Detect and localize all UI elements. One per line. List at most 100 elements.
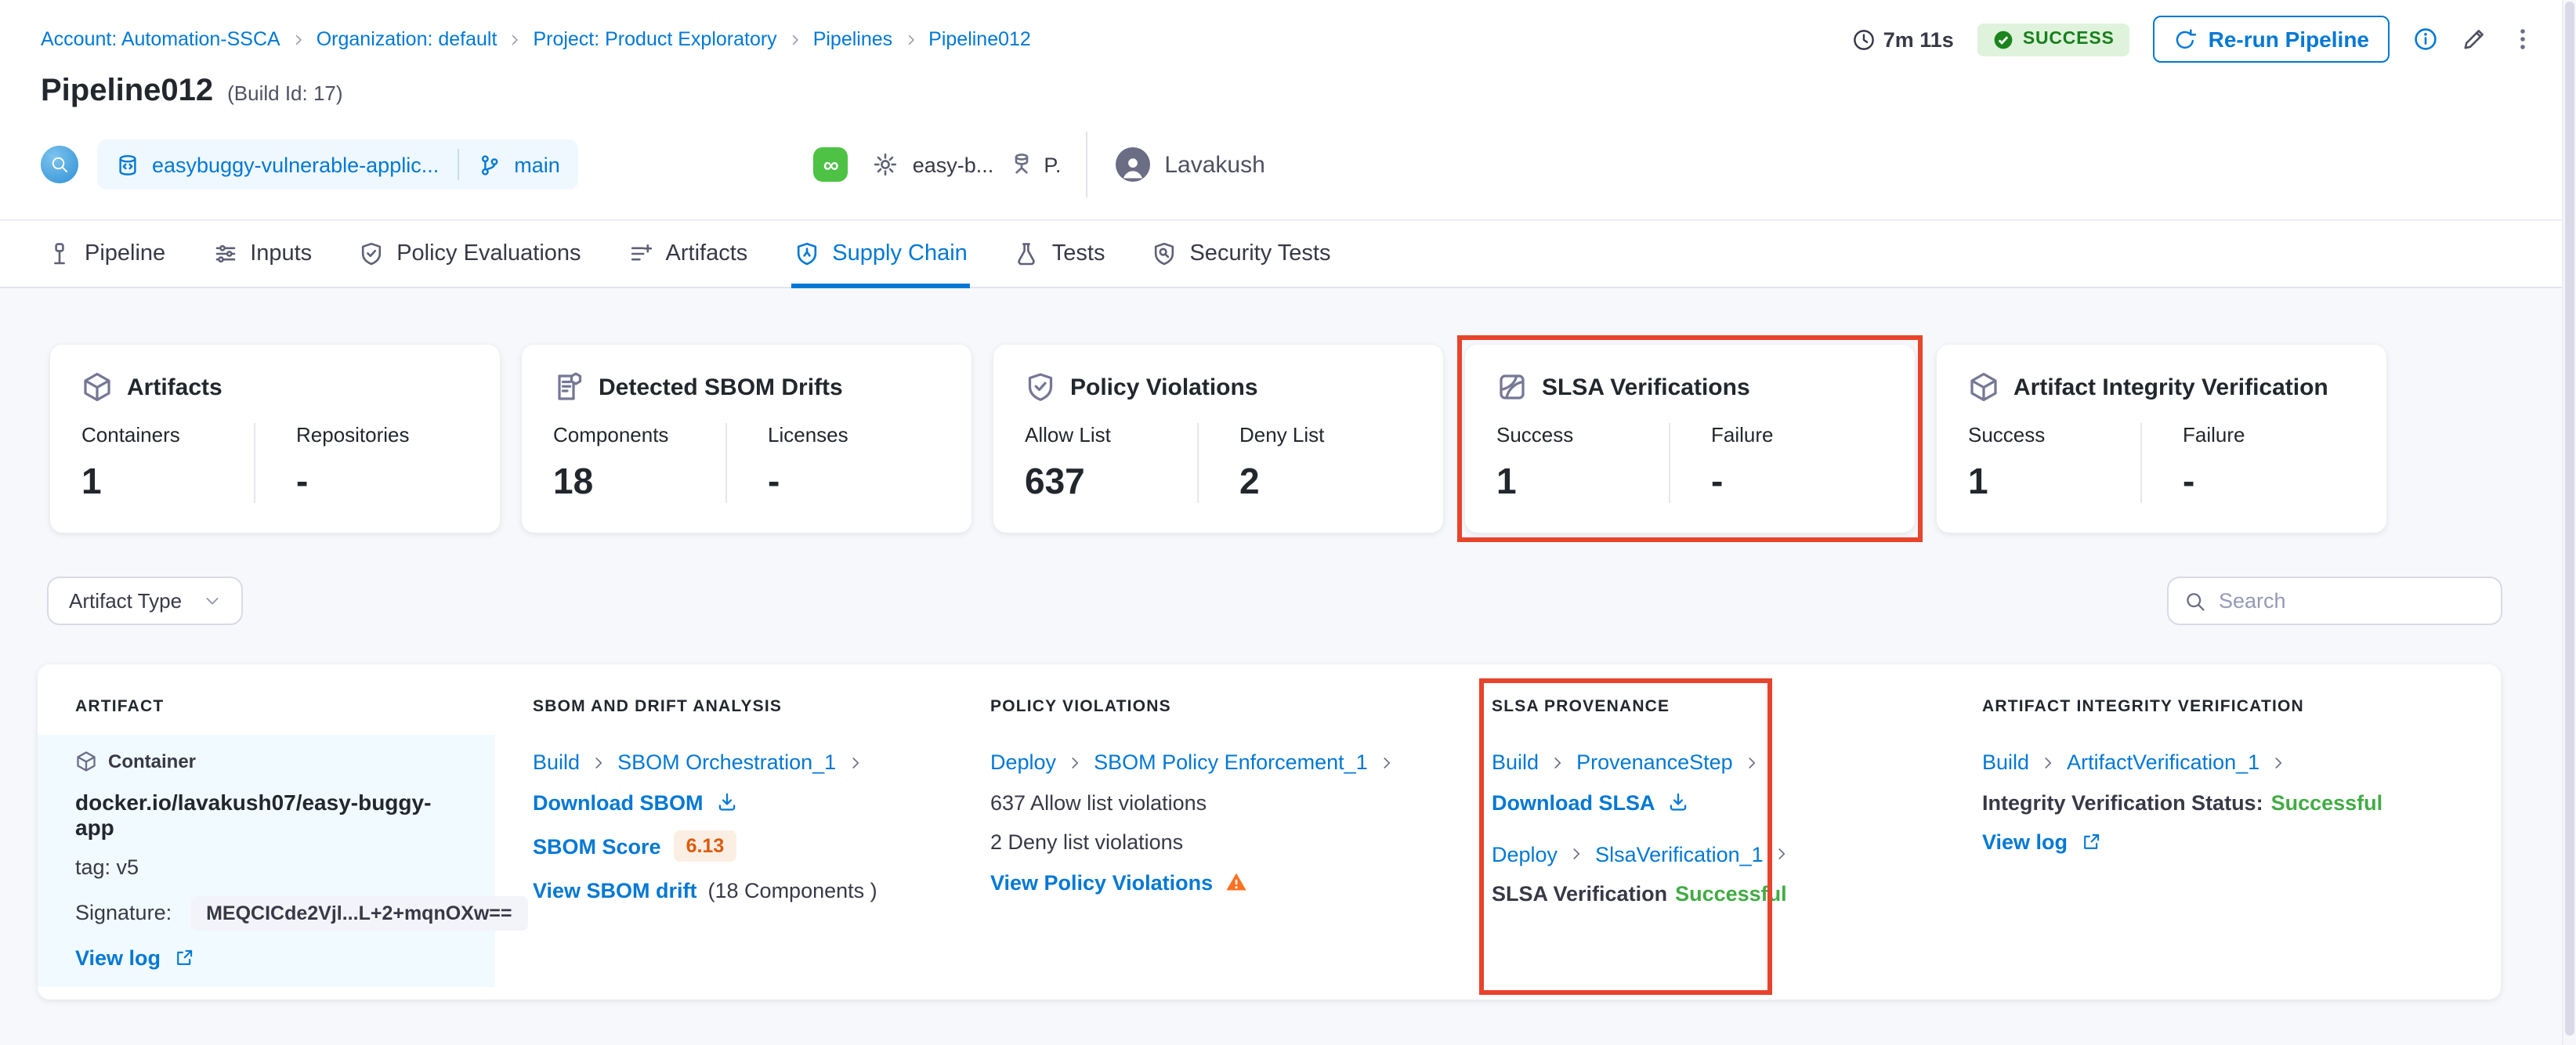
breadcrumb-organization[interactable]: Organization: default (317, 28, 497, 50)
sbom-score-link[interactable]: SBOM Score (533, 834, 661, 858)
tab-policy-evaluations[interactable]: Policy Evaluations (359, 221, 581, 287)
card-title: Policy Violations (1070, 374, 1258, 400)
rerun-pipeline-button[interactable]: Re-run Pipeline (2153, 16, 2390, 63)
shield-magnifier-icon (1152, 241, 1177, 266)
artifact-type-dropdown[interactable]: Artifact Type (47, 577, 244, 625)
step-link-sbom-orchestration[interactable]: SBOM Orchestration_1 (617, 750, 836, 774)
chevron-right-icon (591, 754, 606, 770)
view-log-link[interactable]: View log (75, 946, 161, 970)
card-policy-violations: Policy Violations Allow List 637 Deny Li… (993, 345, 1443, 533)
breadcrumb-project[interactable]: Project: Product Exploratory (533, 28, 776, 50)
stat-repositories: Repositories - (254, 423, 469, 503)
infrastructure-icon (1009, 152, 1034, 177)
shield-check-icon (359, 241, 384, 266)
step-link-artifact-verification[interactable]: ArtifactVerification_1 (2067, 750, 2259, 774)
stage-link-deploy[interactable]: Deploy (1492, 842, 1558, 866)
tab-supply-chain[interactable]: Supply Chain (791, 221, 971, 288)
avatar (1116, 147, 1151, 182)
step-link-slsa-verification[interactable]: SlsaVerification_1 (1595, 842, 1764, 866)
stat-components: Components 18 (553, 423, 669, 501)
stat-slsa-success: Success 1 (1496, 423, 1574, 501)
stat-integrity-success: Success 1 (1968, 423, 2046, 501)
scrollbar-thumb[interactable] (2565, 2, 2574, 1036)
supply-chain-page: Account: Automation-SSCA Organization: d… (0, 0, 2576, 1045)
stage-link-build[interactable]: Build (1982, 750, 2029, 774)
step-link-sbom-policy-enforcement[interactable]: SBOM Policy Enforcement_1 (1094, 750, 1368, 774)
page-header: Account: Automation-SSCA Organization: d… (0, 0, 2576, 288)
stage-link-build[interactable]: Build (533, 750, 580, 774)
chevron-right-icon (1775, 846, 1790, 862)
tab-artifacts[interactable]: Artifacts (628, 221, 747, 287)
check-circle-icon (1993, 29, 2013, 49)
cube-icon (1968, 371, 1999, 403)
shield-nodes-icon (794, 241, 819, 266)
chevron-right-icon (1379, 754, 1395, 770)
allow-list-violations: 637 Allow list violations (990, 790, 1207, 814)
page-title: Pipeline012 (41, 74, 214, 108)
build-id: (Build Id: 17) (227, 81, 343, 105)
deny-list-violations: 2 Deny list violations (990, 830, 1184, 854)
search-input[interactable] (2219, 589, 2485, 613)
execution-duration: 7m 11s (1852, 27, 1954, 51)
view-log-link[interactable]: View log (1982, 830, 2068, 854)
chevron-right-icon (847, 754, 863, 770)
status-badge: SUCCESS (1977, 23, 2130, 56)
breadcrumb-account[interactable]: Account: Automation-SSCA (41, 28, 280, 50)
artifact-image-name: docker.io/lavakush07/easy-buggy-app (75, 789, 432, 839)
page-scrollbar[interactable] (2562, 0, 2576, 1045)
column-header-slsa: SLSA PROVENANCE (1492, 697, 1670, 716)
card-artifact-integrity: Artifact Integrity Verification Success … (1937, 345, 2386, 533)
tab-bar: Pipeline Inputs Policy Evaluations Artif… (0, 219, 2576, 288)
pill-divider (458, 149, 460, 180)
download-sbom-link[interactable]: Download SBOM (533, 790, 704, 814)
pipeline-icon (47, 241, 72, 266)
vertical-divider (1086, 132, 1088, 197)
sbom-score-badge: 6.13 (673, 830, 737, 862)
stage-link-deploy[interactable]: Deploy (990, 750, 1056, 774)
gear-icon (874, 152, 899, 177)
kebab-menu-icon[interactable] (2510, 27, 2535, 52)
stat-integrity-failure: Failure - (2140, 423, 2355, 503)
trigger-initial: P. (1044, 153, 1062, 176)
stat-licenses: Licenses - (725, 423, 940, 503)
download-icon (716, 791, 738, 813)
signature-label: Signature: (75, 901, 172, 924)
tab-pipeline[interactable]: Pipeline (47, 221, 165, 287)
codebase-search-icon (41, 146, 78, 183)
download-slsa-link[interactable]: Download SLSA (1492, 790, 1655, 814)
breadcrumb-pipelines[interactable]: Pipelines (813, 28, 892, 50)
artifact-cell: Container docker.io/lavakush07/easy-bugg… (38, 735, 528, 986)
trigger-pipeline-name: easy-b... (912, 153, 994, 176)
integrity-status-label: Integrity Verification Status: (1982, 790, 2263, 814)
artifact-table: ARTIFACT SBOM AND DRIFT ANALYSIS POLICY … (38, 664, 2501, 1000)
stage-link-build[interactable]: Build (1492, 750, 1539, 774)
step-link-provenance[interactable]: ProvenanceStep (1576, 750, 1733, 774)
git-branch-icon (478, 153, 501, 176)
edit-pipeline-icon[interactable] (2462, 27, 2487, 52)
view-policy-violations-link[interactable]: View Policy Violations (990, 870, 1213, 894)
signature-value: MEQCICde2Vjl...L+2+mqnOXw== (190, 895, 528, 930)
repo-branch-pill[interactable]: easybuggy-vulnerable-applic... main (97, 139, 579, 190)
view-sbom-drift-link[interactable]: View SBOM drift (533, 878, 697, 902)
tab-tests[interactable]: Tests (1015, 221, 1105, 287)
slsa-status-label: SLSA Verification (1492, 882, 1668, 906)
tab-security-tests[interactable]: Security Tests (1152, 221, 1330, 287)
branch-name: main (514, 153, 560, 176)
info-icon[interactable] (2413, 27, 2438, 52)
shield-check-icon (1025, 371, 1056, 403)
chevron-right-icon (1568, 846, 1584, 862)
card-title: SLSA Verifications (1542, 374, 1750, 400)
tab-inputs[interactable]: Inputs (212, 221, 312, 287)
integrity-cell: Build ArtifactVerification_1 Integrity V… (1945, 735, 2501, 986)
sbom-document-icon (553, 371, 584, 403)
stat-containers: Containers 1 (81, 423, 180, 501)
card-title: Artifact Integrity Verification (2013, 374, 2328, 400)
chevron-right-icon (1550, 754, 1565, 770)
artifact-tag: tag: v5 (75, 855, 139, 879)
breadcrumb: Account: Automation-SSCA Organization: d… (41, 28, 1031, 50)
sliders-icon (212, 241, 237, 266)
clock-icon (1852, 27, 1876, 51)
breadcrumb-pipeline012[interactable]: Pipeline012 (928, 28, 1031, 50)
container-cube-icon (75, 750, 97, 772)
artifact-type-label: Container (108, 750, 197, 772)
